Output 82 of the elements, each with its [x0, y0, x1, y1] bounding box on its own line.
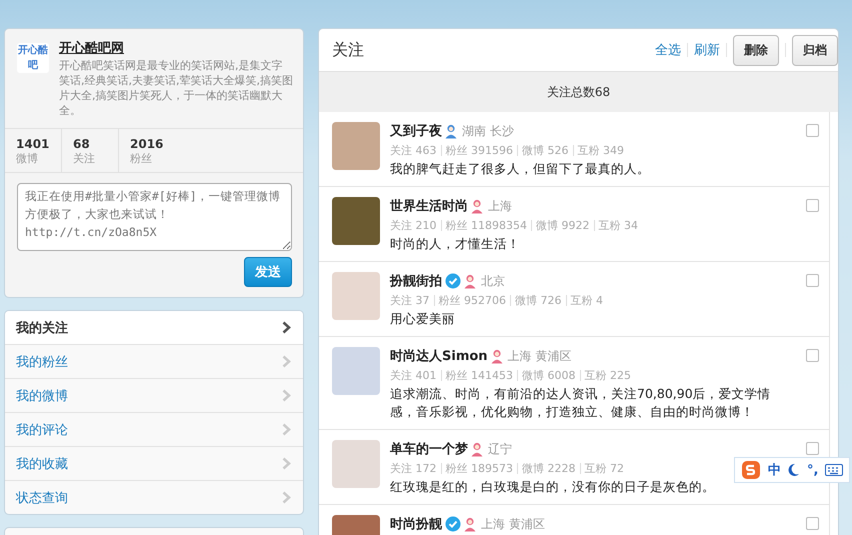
follow-count: 关注总数68 [546, 84, 610, 100]
user-name[interactable]: 世界生活时尚 [390, 197, 468, 215]
chevron-icon [282, 355, 291, 368]
chevron-icon [282, 321, 291, 334]
user-stat[interactable]: 互粉 225 [584, 368, 631, 383]
user-location: 上海 黄浦区 [481, 516, 545, 532]
keyboard-icon[interactable] [825, 464, 844, 476]
nav-item[interactable]: 我的粉丝 [5, 344, 303, 378]
chevron-icon [282, 423, 291, 436]
avatar-placeholder[interactable] [332, 440, 380, 488]
chevron-icon [282, 457, 291, 470]
user-stat[interactable]: 互粉 72 [584, 461, 624, 476]
toolbar-link[interactable]: 刷新 [694, 41, 720, 59]
user-stat[interactable]: 微博 2228 [522, 461, 576, 476]
select-checkbox[interactable] [806, 199, 819, 212]
moon-icon[interactable] [788, 463, 800, 477]
user-stat[interactable]: 粉丝 141453 [446, 368, 513, 383]
user-location: 北京 [481, 272, 505, 290]
select-checkbox[interactable] [806, 274, 819, 287]
punctuation-toggle[interactable]: °, [807, 462, 818, 478]
nav-item[interactable]: 我的关注 [5, 311, 303, 344]
user-stat[interactable]: 互粉 34 [598, 218, 638, 233]
stat-label: 粉丝 [130, 151, 153, 166]
user-name[interactable]: 又到子夜 [390, 122, 442, 140]
user-stat[interactable]: 互粉 4 [570, 293, 603, 308]
user-name[interactable]: 时尚扮靓 [390, 515, 442, 533]
user-bio: 我的脾气赶走了很多人，但留下了最真的人。 [390, 160, 651, 178]
user-location: 上海 黄浦区 [508, 348, 572, 364]
user-location: 上海 [488, 198, 512, 214]
user-stat[interactable]: 粉丝 189573 [446, 461, 513, 476]
user-stat[interactable]: 微博 526 [522, 143, 568, 158]
user-stat[interactable]: 关注 463 [390, 143, 436, 158]
stat-value[interactable]: 1401 [16, 137, 51, 151]
user-bio: 红玫瑰是红的，白玫瑰是白的，没有你的日子是灰色的。 [390, 478, 716, 496]
stat-label: 关注 [73, 151, 96, 166]
nav-item[interactable]: 状态查询 [5, 480, 303, 514]
profile-description: 开心酷吧笑话网是最专业的笑话网站,是集文字笑话,经典笑话,夫妻笑话,荤笑话大全爆笑,搞笑图片大全,搞笑图片笑死人，于一体的笑话幽默大全。 [59, 58, 293, 118]
user-name[interactable]: 单车的一个梦 [390, 440, 468, 458]
profile-name[interactable]: 开心酷吧网 [59, 39, 293, 57]
user-stat[interactable]: 关注 401 [390, 368, 436, 383]
user-bio: 追求潮流、时尚，有前沿的达人资讯，关注70,80,90后，爱文学情感，音乐影视，优化购物，打造独立、健康、自由的时尚微博！ [390, 385, 772, 421]
user-bio: 用心爱美丽 [390, 310, 456, 328]
stat-label: 微博 [16, 151, 39, 166]
send-button[interactable]: 发送 [244, 257, 292, 287]
post-input-field[interactable]: 我正在使用#批量小管家#[好棒]，一键管理微博方便极了，大家也来试试！http://t.cn/zOa8n5X [17, 183, 292, 251]
user-stat[interactable]: 关注 210 [390, 218, 436, 233]
nav-item[interactable]: 我的评论 [5, 412, 303, 446]
stat-value[interactable]: 2016 [130, 137, 165, 151]
avatar-placeholder[interactable] [332, 197, 380, 245]
toolbar-button[interactable]: 归档 [792, 34, 838, 66]
user-stat[interactable]: 关注 37 [390, 293, 430, 308]
user-name[interactable]: 扮靓街拍 [390, 272, 442, 290]
chevron-icon [282, 491, 291, 504]
user-stat[interactable]: 粉丝 391596 [446, 143, 513, 158]
avatar-placeholder[interactable] [332, 347, 380, 395]
avatar-placeholder[interactable] [332, 272, 380, 320]
select-checkbox[interactable] [806, 517, 819, 530]
user-stat[interactable]: 微博 9922 [536, 218, 590, 233]
input-method-logo-icon[interactable] [741, 460, 761, 480]
user-stat[interactable]: 微博 6008 [522, 368, 576, 383]
select-checkbox[interactable] [806, 349, 819, 362]
user-stat[interactable]: 关注 172 [390, 461, 436, 476]
user-name[interactable]: 时尚达人Simon [390, 347, 488, 365]
stat-value[interactable]: 68 [73, 137, 108, 151]
chevron-icon [282, 389, 291, 402]
input-mode-toggle[interactable]: 中 [768, 461, 781, 479]
select-checkbox[interactable] [806, 124, 819, 137]
user-stat[interactable]: 微博 726 [515, 293, 562, 308]
user-stat[interactable]: 粉丝 952706 [438, 293, 506, 308]
user-bio: 时尚的人，才懂生活！ [390, 235, 521, 253]
select-checkbox[interactable] [806, 442, 819, 455]
user-location: 湖南 长沙 [462, 122, 514, 140]
user-location: 辽宁 [488, 440, 512, 458]
nav-item[interactable]: 我的收藏 [5, 446, 303, 480]
user-stat[interactable]: 互粉 349 [578, 143, 624, 158]
toolbar-button[interactable]: 删除 [733, 34, 779, 66]
user-stat[interactable]: 粉丝 11898354 [446, 218, 527, 233]
page-title: 关注 [332, 40, 364, 60]
nav-item[interactable]: 我的微博 [5, 378, 303, 412]
toolbar-link[interactable]: 全选 [655, 41, 681, 59]
avatar-placeholder[interactable] [332, 122, 380, 170]
site-logo: 开心酷吧 [17, 43, 49, 73]
